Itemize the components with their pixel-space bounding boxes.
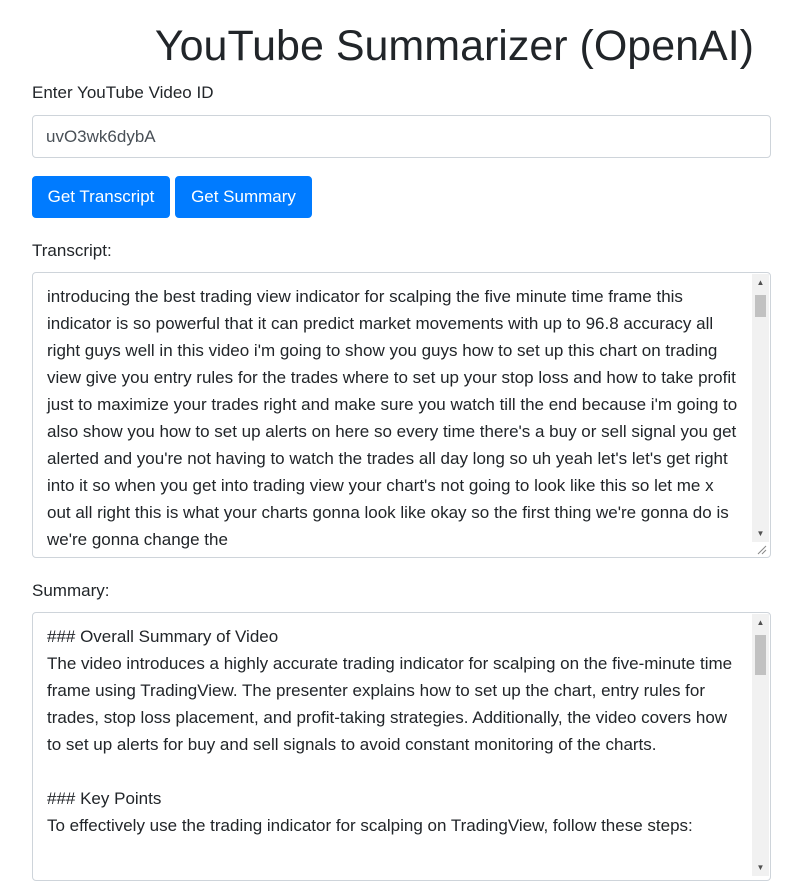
- summary-text: ### Overall Summary of Video The video i…: [47, 627, 733, 835]
- get-transcript-button[interactable]: Get Transcript: [32, 176, 170, 218]
- scroll-up-arrow-icon[interactable]: ▲: [752, 614, 769, 631]
- summary-scrollbar[interactable]: ▲ ▼: [752, 614, 769, 876]
- summary-scroll-thumb[interactable]: [755, 635, 766, 675]
- transcript-scroll-thumb[interactable]: [755, 295, 766, 317]
- page-title: YouTube Summarizer (OpenAI): [154, 22, 754, 70]
- transcript-scrollbar[interactable]: ▲ ▼: [752, 274, 769, 542]
- scroll-down-arrow-icon[interactable]: ▼: [752, 859, 769, 876]
- summary-textarea[interactable]: ### Overall Summary of Video The video i…: [32, 612, 771, 881]
- transcript-text: introducing the best trading view indica…: [47, 287, 742, 549]
- app-page: YouTube Summarizer (OpenAI) Enter YouTub…: [0, 0, 808, 881]
- scroll-down-arrow-icon[interactable]: ▼: [752, 525, 769, 542]
- video-id-input[interactable]: [32, 115, 771, 158]
- scroll-up-arrow-icon[interactable]: ▲: [752, 274, 769, 291]
- transcript-textarea[interactable]: introducing the best trading view indica…: [32, 272, 771, 558]
- summary-label: Summary:: [32, 581, 110, 600]
- video-id-label: Enter YouTube Video ID: [32, 83, 214, 102]
- resize-grip-icon[interactable]: [756, 544, 767, 555]
- get-summary-button[interactable]: Get Summary: [175, 176, 312, 218]
- transcript-label: Transcript:: [32, 241, 112, 260]
